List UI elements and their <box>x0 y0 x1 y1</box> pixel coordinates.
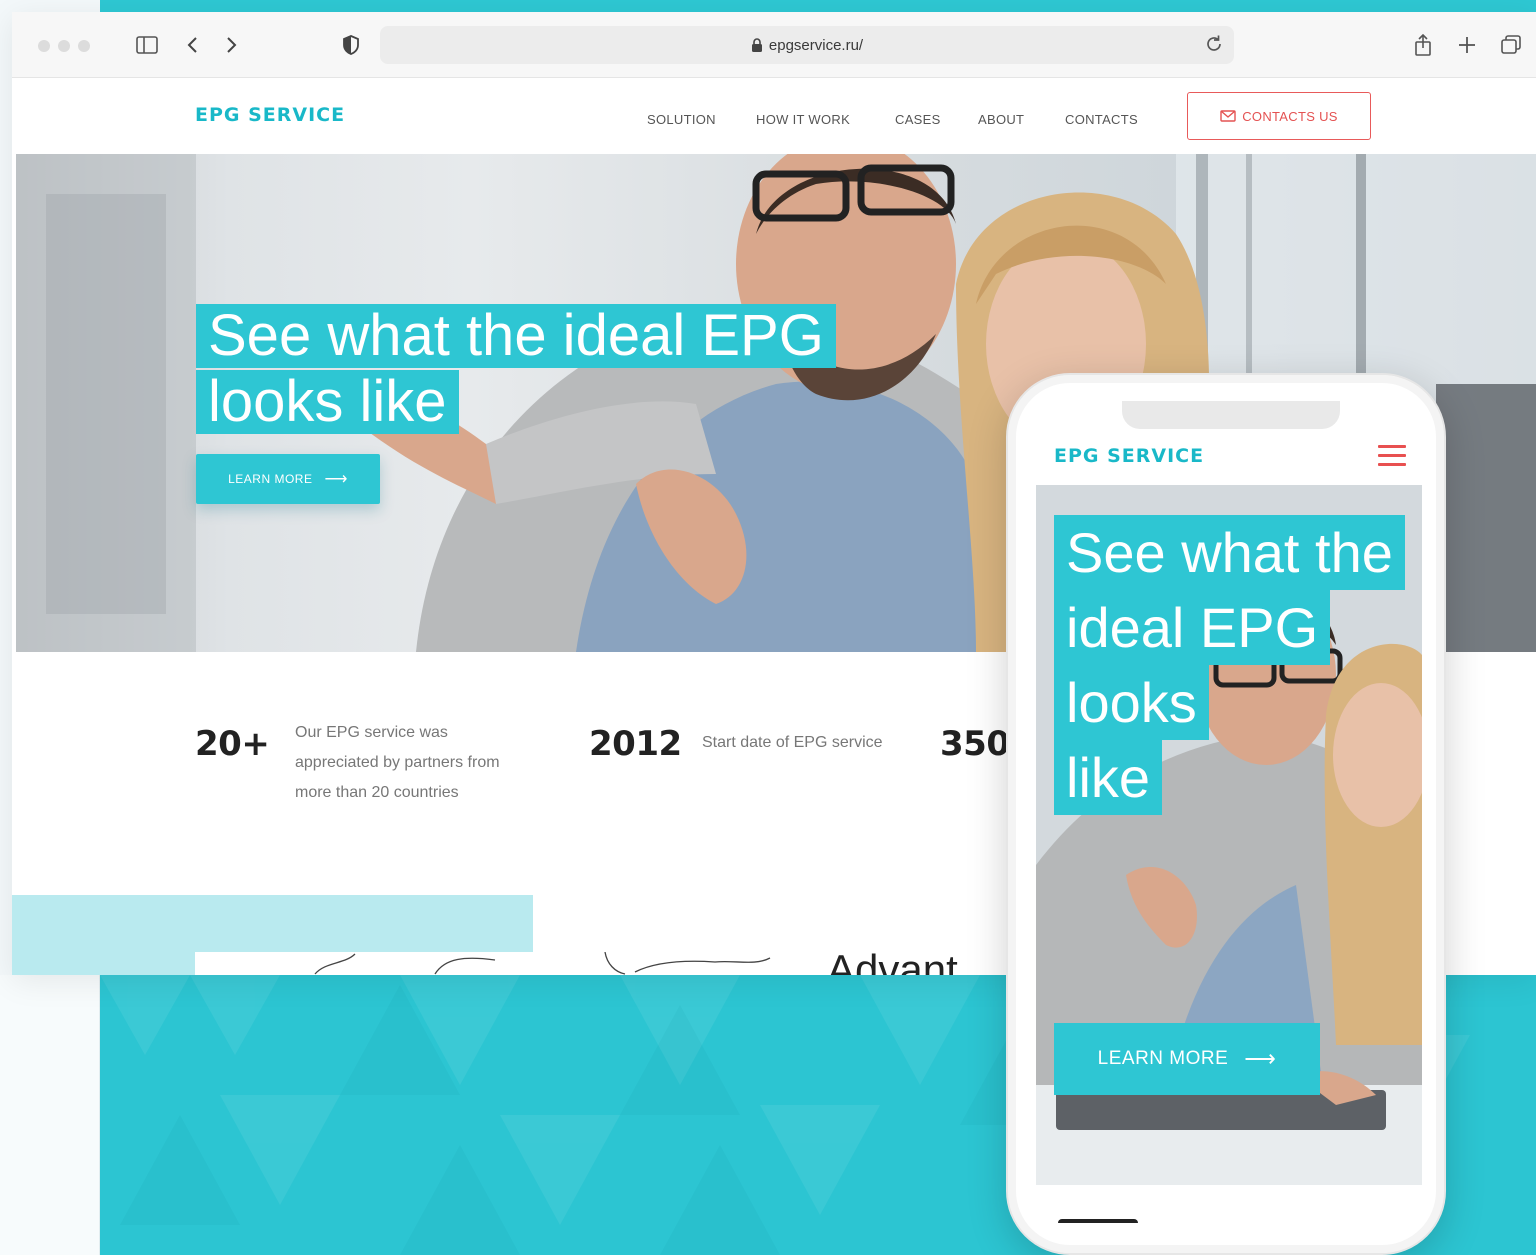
mobile-title-line2: ideal EPG <box>1054 590 1331 665</box>
zoom-window-button[interactable] <box>78 40 90 52</box>
backdrop-left-strip <box>0 975 100 1255</box>
mobile-title-line3: looks <box>1054 665 1209 740</box>
hero-title-line2: looks like <box>196 370 459 434</box>
new-tab-icon[interactable] <box>1452 30 1482 60</box>
stat-number-partners: 20+ <box>195 724 270 764</box>
nav-solution[interactable]: SOLUTION <box>647 112 716 127</box>
mail-icon <box>1220 110 1236 122</box>
mobile-title-line4: like <box>1054 740 1163 815</box>
phone-screen: EPG SERVICE See what the ideal EPG looks… <box>1036 401 1422 1241</box>
nav-how-it-work[interactable]: HOW IT WORK <box>756 112 850 127</box>
advantages-heading: Advant <box>827 946 958 975</box>
stat-number-third: 350 <box>940 724 1010 764</box>
minimize-window-button[interactable] <box>58 40 70 52</box>
mobile-learn-more-label: LEARN MORE <box>1097 1048 1229 1069</box>
arrow-right-icon: ⟶ <box>1244 1046 1277 1071</box>
hero-title: See what the ideal EPG looks like <box>196 304 836 436</box>
nav-cases[interactable]: CASES <box>895 112 941 127</box>
mobile-learn-more-button[interactable]: LEARN MORE ⟶ <box>1054 1023 1320 1095</box>
site-header: EPG SERVICE SOLUTION HOW IT WORK CASES A… <box>12 78 1536 154</box>
stat-text-partners-line1: Our EPG service was <box>295 724 448 741</box>
address-bar[interactable]: epgservice.ru/ <box>380 26 1234 64</box>
nav-about[interactable]: ABOUT <box>978 112 1024 127</box>
stat-text-partners: Our EPG service was appreciated by partn… <box>295 718 500 808</box>
hero-title-line1: See what the ideal EPG <box>196 304 836 368</box>
contacts-us-label: CONTACTS US <box>1242 108 1338 124</box>
reload-icon[interactable] <box>1204 34 1224 58</box>
mobile-title-line1: See what the <box>1054 515 1405 590</box>
share-icon[interactable] <box>1408 30 1438 60</box>
close-window-button[interactable] <box>38 40 50 52</box>
mobile-logo[interactable]: EPG SERVICE <box>1054 445 1204 467</box>
world-map-strip <box>195 952 780 975</box>
browser-toolbar: epgservice.ru/ <box>12 12 1536 78</box>
back-icon[interactable] <box>178 30 208 60</box>
hamburger-menu-icon[interactable] <box>1378 445 1406 467</box>
mobile-hero: See what the ideal EPG looks like LEARN … <box>1036 485 1422 1185</box>
site-logo[interactable]: EPG SERVICE <box>195 104 345 126</box>
sidebar-icon[interactable] <box>132 30 162 60</box>
url-text: epgservice.ru/ <box>768 36 864 54</box>
stat-number-start-year: 2012 <box>589 724 682 764</box>
mobile-hero-title: See what the ideal EPG looks like <box>1054 515 1414 815</box>
mobile-next-section-peek <box>1058 1219 1138 1225</box>
tabs-overview-icon[interactable] <box>1496 30 1526 60</box>
learn-more-button[interactable]: LEARN MORE ⟶ <box>196 454 380 504</box>
lock-icon <box>751 38 763 52</box>
stat-text-partners-line3: more than 20 countries <box>295 784 459 801</box>
contacts-us-button[interactable]: CONTACTS US <box>1187 92 1371 140</box>
shield-icon[interactable] <box>336 30 366 60</box>
phone-notch <box>1122 401 1340 429</box>
arrow-right-icon: ⟶ <box>324 471 348 488</box>
nav-contacts[interactable]: CONTACTS <box>1065 112 1138 127</box>
learn-more-label: LEARN MORE <box>228 472 313 486</box>
stat-text-start-year: Start date of EPG service <box>702 734 883 751</box>
stat-text-partners-line2: appreciated by partners from <box>295 754 500 771</box>
phone-mockup: EPG SERVICE See what the ideal EPG looks… <box>1006 373 1446 1255</box>
forward-icon[interactable] <box>216 30 246 60</box>
